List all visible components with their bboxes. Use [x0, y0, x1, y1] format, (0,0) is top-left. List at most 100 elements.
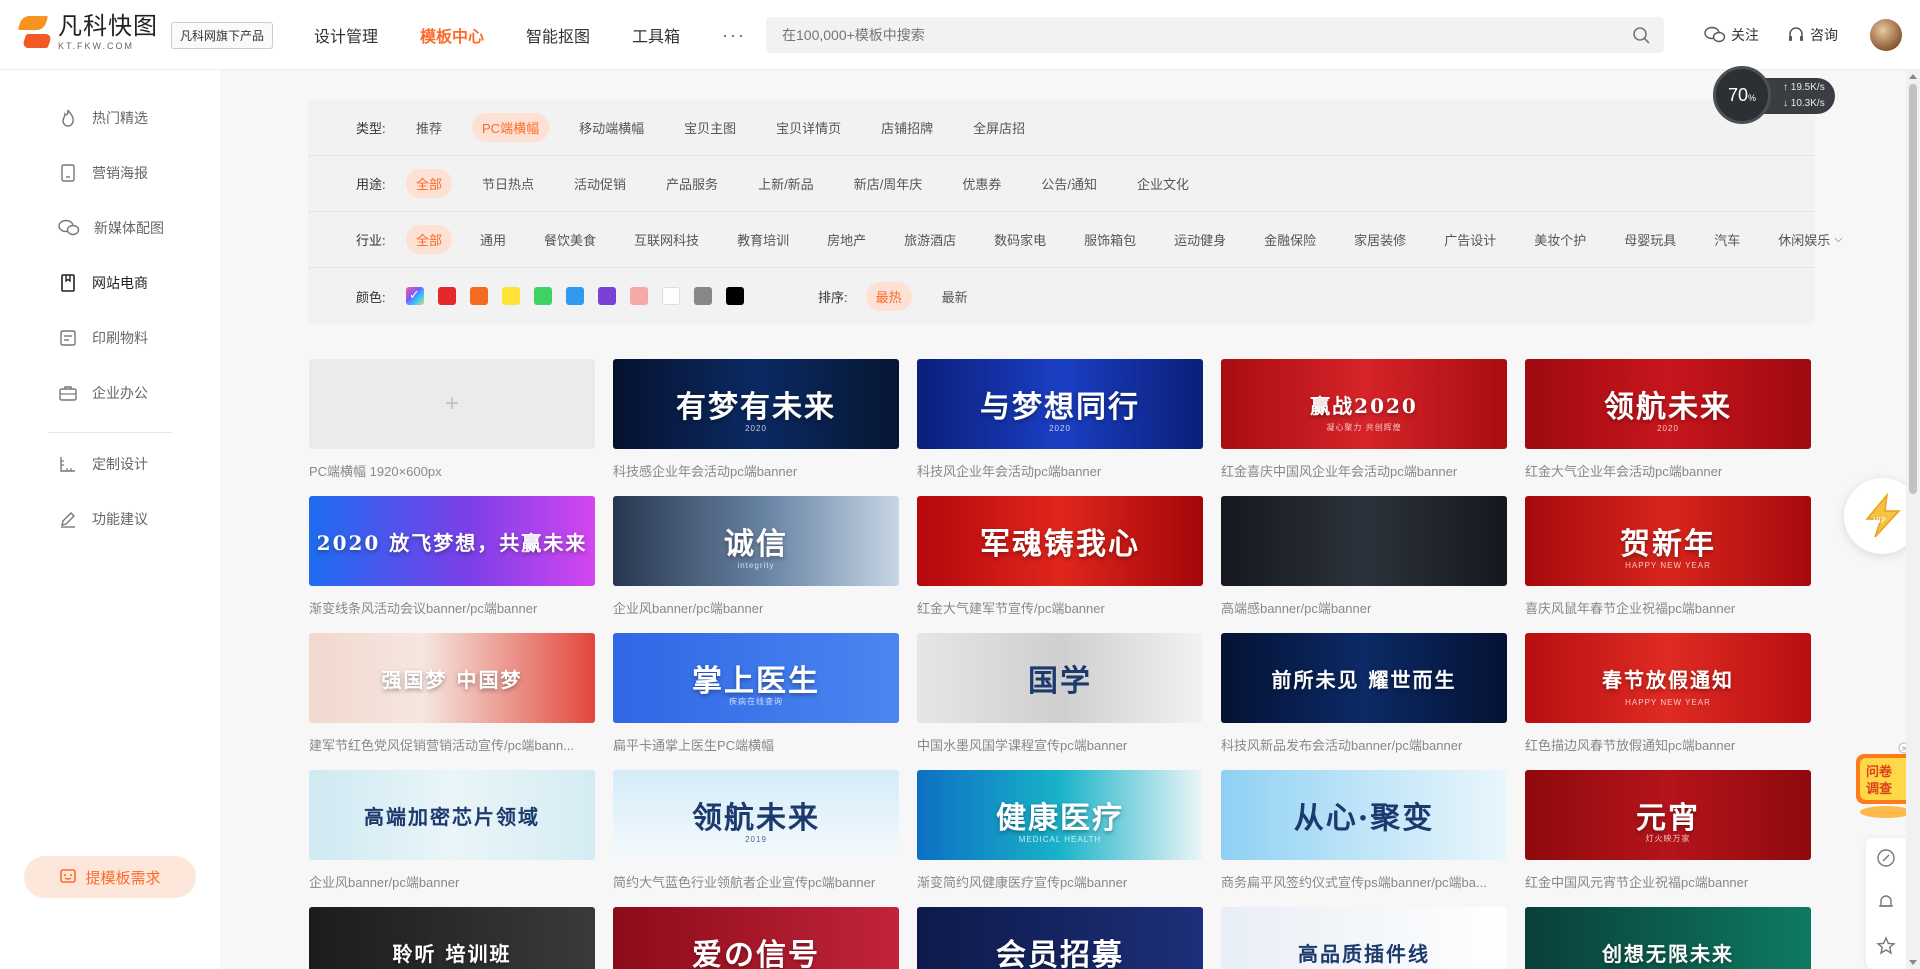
template-card[interactable]: 掌上医生 疾病在线查询 扁平卡通掌上医生PC端横幅 [613, 633, 899, 754]
template-card[interactable]: 有梦有未来 2020 科技感企业年会活动pc端banner [613, 359, 899, 480]
chip-industry[interactable]: 数码家电 [984, 225, 1056, 254]
template-card[interactable]: 元宵 灯火映万家红金中国风元宵节企业祝福pc端banner [1525, 770, 1811, 891]
template-thumbnail[interactable]: 会员招募 [917, 907, 1203, 969]
bell-icon[interactable] [1876, 892, 1896, 912]
chip-usage[interactable]: 上新/新品 [748, 169, 824, 198]
template-caption[interactable]: 简约大气蓝色行业领航者企业宣传pc端banner [613, 872, 899, 891]
consult-link[interactable]: 咨询 [1787, 25, 1838, 45]
user-avatar[interactable] [1870, 19, 1902, 51]
color-swatch-white[interactable] [662, 287, 680, 305]
template-thumbnail[interactable]: 掌上医生 疾病在线查询 [613, 633, 899, 723]
color-swatch-red[interactable] [438, 287, 456, 305]
chip-industry[interactable]: 家居装修 [1344, 225, 1416, 254]
template-thumbnail[interactable]: 前所未见 耀世而生 [1221, 633, 1507, 723]
sidebar-item-feedback[interactable]: 功能建议 [58, 509, 148, 529]
chip-industry[interactable]: 教育培训 [727, 225, 799, 254]
template-thumbnail[interactable]: 春节放假通知 HAPPY NEW YEAR [1525, 633, 1811, 723]
chip-usage[interactable]: 产品服务 [656, 169, 728, 198]
template-thumbnail[interactable]: 强国梦 中国梦 [309, 633, 595, 723]
color-swatch-yellow[interactable] [502, 287, 520, 305]
template-caption[interactable]: 科技风新品发布会活动banner/pc端banner [1221, 735, 1507, 754]
template-thumbnail[interactable]: 元宵 灯火映万家 [1525, 770, 1811, 860]
template-card[interactable]: 聆听 培训班 [309, 907, 595, 969]
link-icon[interactable] [1876, 848, 1896, 868]
template-card[interactable]: 国学 中国水墨风国学课程宣传pc端banner [917, 633, 1203, 754]
chip-type[interactable]: 店铺招牌 [871, 113, 943, 142]
chip-industry[interactable]: 服饰箱包 [1074, 225, 1146, 254]
nav-template-center[interactable]: 模板中心 [420, 23, 484, 47]
template-thumbnail[interactable]: 赢战2020 凝心聚力 共创辉煌 [1221, 359, 1507, 449]
nav-smart-cutout[interactable]: 智能抠图 [526, 23, 590, 47]
template-thumbnail[interactable]: 领航未来 2019 [613, 770, 899, 860]
chip-industry[interactable]: 汽车 [1704, 225, 1750, 254]
template-caption[interactable]: 红金中国风元宵节企业祝福pc端banner [1525, 872, 1811, 891]
page-scrollbar[interactable] [1906, 70, 1920, 969]
sidebar-item-print[interactable]: 印刷物料 [58, 328, 148, 348]
chip-industry[interactable]: 美妆个护 [1524, 225, 1596, 254]
template-card[interactable]: 健康医疗 MEDICAL HEALTH 渐变简约风健康医疗宣传pc端banner [917, 770, 1203, 891]
color-swatch-orange[interactable] [470, 287, 488, 305]
template-card[interactable]: 高品质插件线The Opening [1221, 907, 1507, 969]
sort-new[interactable]: 最新 [932, 282, 978, 311]
template-thumbnail[interactable]: 创想无限未来INFINITE FUTURE IMAGINATION [1525, 907, 1811, 969]
template-caption[interactable]: 渐变线条风活动会议banner/pc端banner [309, 598, 595, 617]
sort-hot[interactable]: 最热 [865, 281, 912, 311]
template-thumbnail[interactable]: 高端加密芯片领域 [309, 770, 595, 860]
color-swatch-gray[interactable] [694, 287, 712, 305]
chevron-down-icon[interactable]: ⌵ [1834, 233, 1842, 246]
search-input[interactable] [766, 27, 1606, 43]
chip-industry[interactable]: 房地产 [817, 225, 876, 254]
template-caption[interactable]: 商务扁平风签约仪式宣传ps端banner/pc端ba... [1221, 872, 1507, 891]
chip-industry[interactable]: 金融保险 [1254, 225, 1326, 254]
template-card[interactable]: 军魂铸我心 红金大气建军节宣传/pc端banner [917, 496, 1203, 617]
template-caption[interactable]: PC端横幅 1920×600px [309, 461, 595, 480]
template-card[interactable]: 与梦想同行 2020 科技风企业年会活动pc端banner [917, 359, 1203, 480]
chip-usage[interactable]: 节日热点 [472, 169, 544, 198]
template-thumbnail[interactable]: 2020 放飞梦想，共赢未来 [309, 496, 595, 586]
chip-usage[interactable]: 优惠券 [952, 169, 1011, 198]
sidebar-item-office[interactable]: 企业办公 [58, 383, 148, 403]
template-card[interactable]: 春节放假通知 HAPPY NEW YEAR 红色描边风春节放假通知pc端banner [1525, 633, 1811, 754]
template-caption[interactable]: 红金大气企业年会活动pc端banner [1525, 461, 1811, 480]
template-card[interactable]: 2020 放飞梦想，共赢未来渐变线条风活动会议banner/pc端banner [309, 496, 595, 617]
star-icon[interactable] [1876, 936, 1896, 956]
template-thumbnail[interactable]: 有梦有未来 2020 [613, 359, 899, 449]
chip-usage[interactable]: 新店/周年庆 [844, 169, 933, 198]
template-card[interactable]: 领航未来 2019 简约大气蓝色行业领航者企业宣传pc端banner [613, 770, 899, 891]
template-thumbnail[interactable]: 高品质插件线The Opening [1221, 907, 1507, 969]
sidebar-item-ecommerce[interactable]: 网站电商 [58, 273, 148, 293]
chip-usage[interactable]: 全部 [406, 169, 453, 198]
chip-usage[interactable]: 公告/通知 [1031, 169, 1107, 198]
template-card[interactable]: 赢战2020 凝心聚力 共创辉煌红金喜庆中国风企业年会活动pc端banner [1221, 359, 1507, 480]
scroll-down-icon[interactable] [1909, 960, 1917, 965]
chip-industry[interactable]: 通用 [470, 225, 516, 254]
template-card[interactable]: 会员招募 [917, 907, 1203, 969]
template-thumbnail[interactable]: 爱の信号 [613, 907, 899, 969]
nav-more-icon[interactable]: ··· [722, 25, 746, 46]
template-card[interactable]: 领航未来 2020 红金大气企业年会活动pc端banner [1525, 359, 1811, 480]
chip-industry[interactable]: 旅游酒店 [894, 225, 966, 254]
chip-industry[interactable]: 运动健身 [1164, 225, 1236, 254]
template-thumbnail[interactable]: 军魂铸我心 [917, 496, 1203, 586]
chip-type[interactable]: 宝贝主图 [674, 113, 746, 142]
chip-type[interactable]: 移动端横幅 [569, 113, 654, 142]
sidebar-item-hot[interactable]: 热门精选 [58, 108, 148, 128]
blank-template-thumbnail[interactable]: + [309, 359, 595, 449]
nav-toolbox[interactable]: 工具箱 [632, 23, 680, 47]
template-caption[interactable]: 科技风企业年会活动pc端banner [917, 461, 1203, 480]
template-thumbnail[interactable]: 从心·聚变 [1221, 770, 1507, 860]
template-caption[interactable]: 红金喜庆中国风企业年会活动pc端banner [1221, 461, 1507, 480]
blank-template-card[interactable]: + PC端横幅 1920×600px [309, 359, 595, 480]
template-thumbnail[interactable] [1221, 496, 1507, 586]
color-swatch-pink[interactable] [630, 287, 648, 305]
color-swatch-green[interactable] [534, 287, 552, 305]
template-caption[interactable]: 企业风banner/pc端banner [309, 872, 595, 891]
request-template-button[interactable]: 提模板需求 [24, 856, 196, 898]
template-card[interactable]: 从心·聚变商务扁平风签约仪式宣传ps端banner/pc端ba... [1221, 770, 1507, 891]
chip-industry[interactable]: 互联网科技 [624, 225, 709, 254]
template-card[interactable]: 前所未见 耀世而生科技风新品发布会活动banner/pc端banner [1221, 633, 1507, 754]
template-caption[interactable]: 企业风banner/pc端banner [613, 598, 899, 617]
chip-usage[interactable]: 企业文化 [1127, 169, 1199, 198]
template-thumbnail[interactable]: 国学 [917, 633, 1203, 723]
search-icon[interactable] [1632, 26, 1650, 44]
